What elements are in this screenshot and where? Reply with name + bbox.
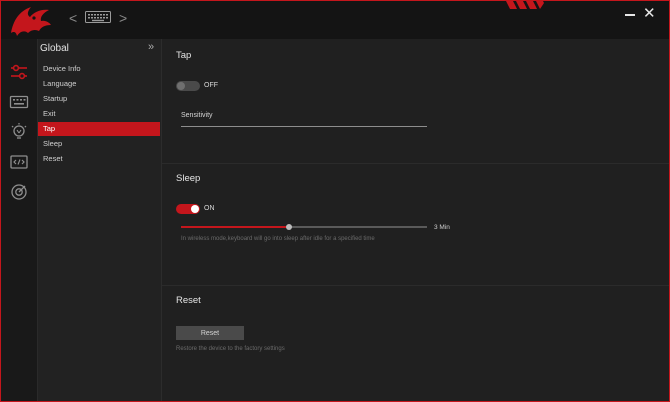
minimize-button[interactable] xyxy=(625,10,635,20)
sleep-section: Sleep ON 3 Min In wireless mode,keyboard… xyxy=(162,164,669,286)
menu-item-exit[interactable]: Exit xyxy=(38,107,160,121)
reset-button[interactable]: Reset xyxy=(176,326,244,340)
reset-section: Reset Reset Restore the device to the fa… xyxy=(162,286,669,401)
sleep-time-value: 3 Min xyxy=(434,224,450,231)
menu-item-tap[interactable]: Tap xyxy=(38,122,160,136)
menu-item-device-info[interactable]: Device Info xyxy=(38,62,160,76)
dragon-logo-icon xyxy=(11,7,51,36)
submenu-title: Global xyxy=(40,43,69,54)
sensitivity-label: Sensitivity xyxy=(181,112,213,119)
sleep-hint: In wireless mode,keyboard will go into s… xyxy=(181,236,375,242)
tap-toggle-label: OFF xyxy=(204,82,218,89)
keyboard-device-icon xyxy=(85,11,111,23)
title-bar: < > ✕ xyxy=(1,1,669,39)
icon-rail xyxy=(1,39,38,401)
next-device-button[interactable]: > xyxy=(119,11,127,25)
stripe-decoration-icon xyxy=(506,1,544,9)
main-panel: Tap OFF Sensitivity Sleep ON 3 Min In wi… xyxy=(162,39,669,401)
collapse-arrows-icon[interactable]: » xyxy=(148,41,154,53)
tap-section: Tap OFF Sensitivity xyxy=(162,39,669,164)
sleep-toggle[interactable] xyxy=(176,204,200,214)
slider-fill xyxy=(181,226,290,228)
settings-sliders-icon[interactable] xyxy=(9,62,29,82)
sensitivity-underline[interactable] xyxy=(181,126,427,127)
lighting-bulb-icon[interactable] xyxy=(9,122,29,142)
reset-hint: Restore the device to the factory settin… xyxy=(176,346,285,352)
sleep-title: Sleep xyxy=(176,173,201,184)
sleep-toggle-label: ON xyxy=(204,205,215,212)
menu-item-language[interactable]: Language xyxy=(38,77,160,91)
sleep-time-slider[interactable] xyxy=(181,224,427,230)
slider-thumb[interactable] xyxy=(286,224,293,230)
keyboard-keys-icon[interactable] xyxy=(9,92,29,112)
target-dial-icon[interactable] xyxy=(9,182,29,202)
app-window: < > ✕ Global » Device Info Language Star… xyxy=(0,0,670,402)
previous-device-button[interactable]: < xyxy=(69,11,77,25)
menu-item-startup[interactable]: Startup xyxy=(38,92,160,106)
tap-toggle[interactable] xyxy=(176,81,200,91)
global-submenu: Global » Device Info Language Startup Ex… xyxy=(38,39,162,401)
menu-item-sleep[interactable]: Sleep xyxy=(38,137,160,151)
reset-title: Reset xyxy=(176,295,201,306)
menu-item-reset[interactable]: Reset xyxy=(38,152,160,166)
tap-title: Tap xyxy=(176,50,192,61)
close-button[interactable]: ✕ xyxy=(643,5,656,23)
macro-code-icon[interactable] xyxy=(9,152,29,172)
